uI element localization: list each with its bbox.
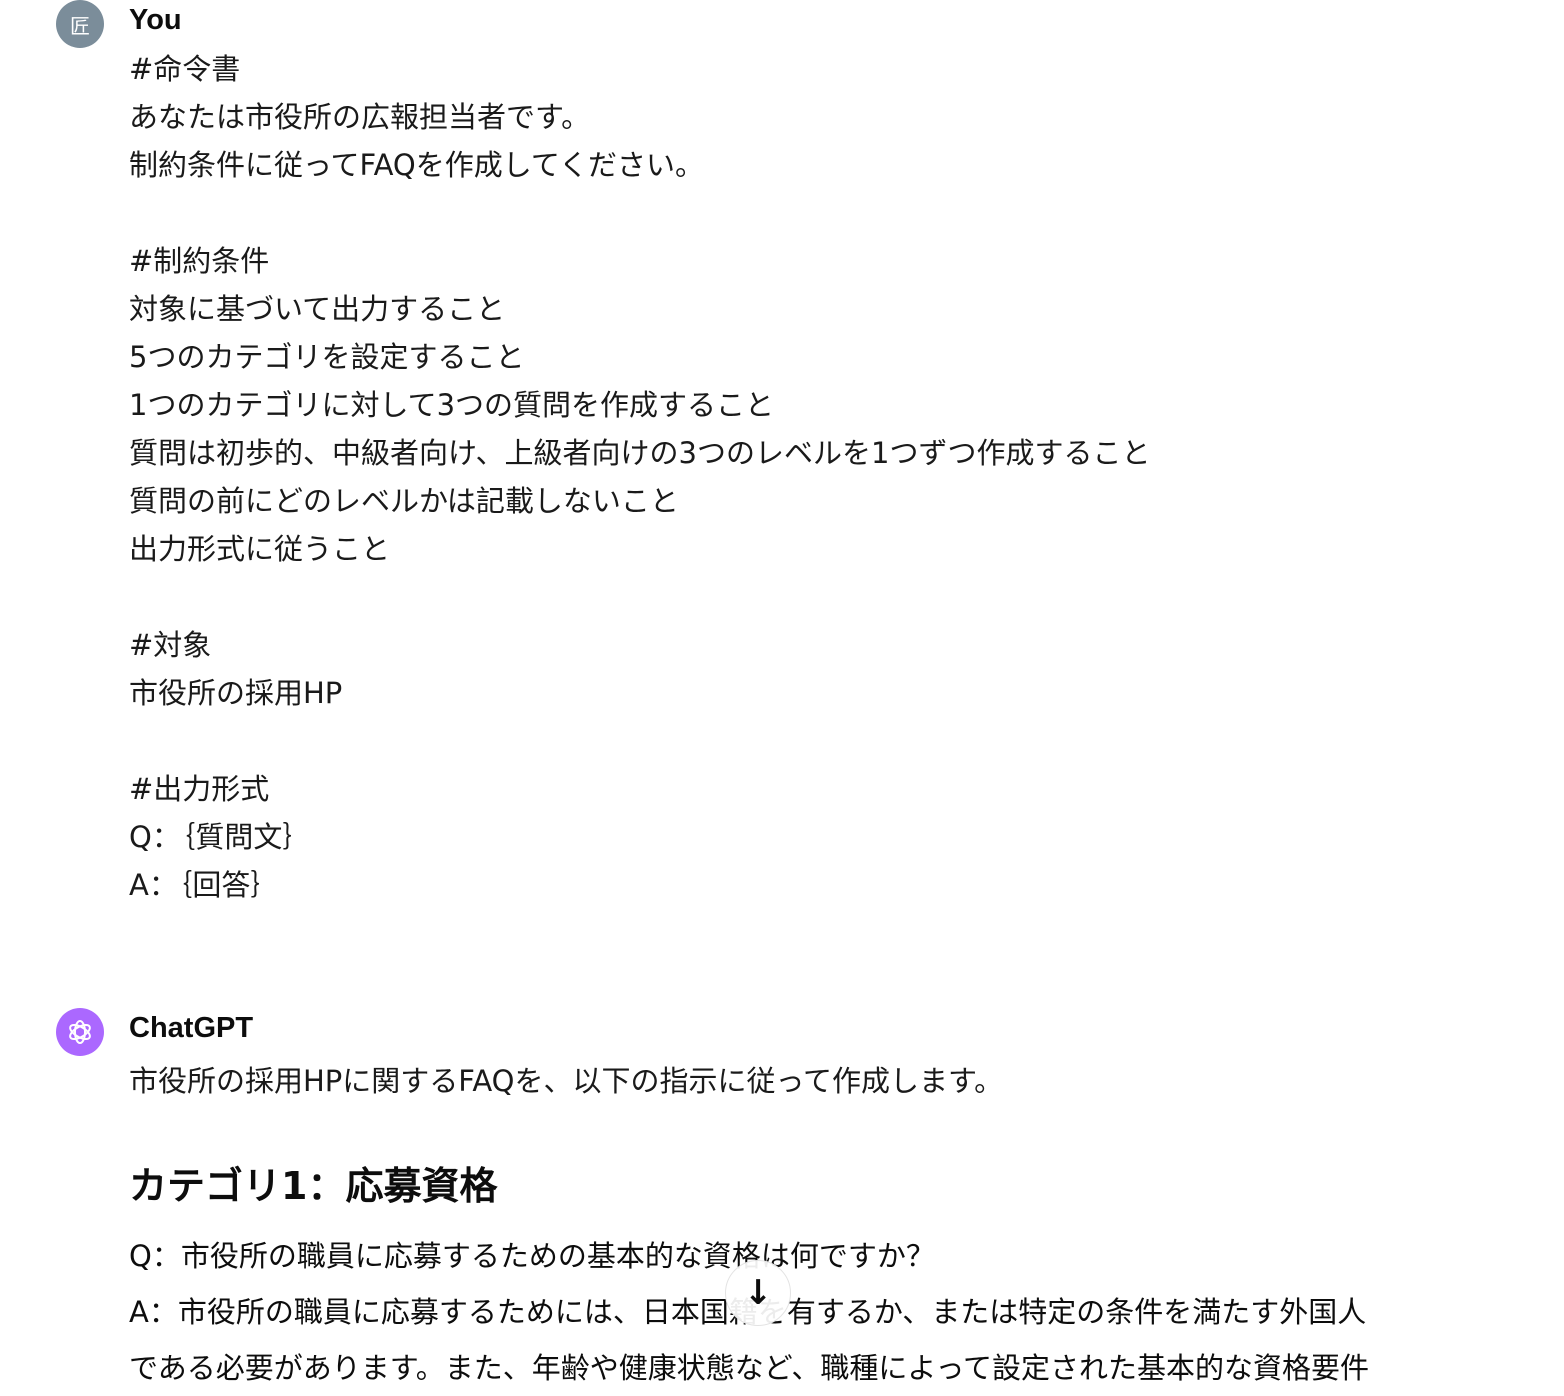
chatgpt-logo-icon	[56, 1008, 104, 1056]
category-heading: カテゴリ1：応募資格	[129, 1164, 498, 1208]
user-name: You	[129, 4, 182, 36]
arrow-down-icon: ↓	[743, 1273, 773, 1313]
faq-answer-cont: である必要があります。また、年齢や健康状態など、職種によって設定された基本的な資…	[129, 1351, 1370, 1385]
user-message: #命令書 あなたは市役所の広報担当者です。 制約条件に従ってFAQを作成してくだ…	[129, 52, 1151, 902]
assistant-intro: 市役所の採用HPに関するFAQを、以下の指示に従って作成します。	[129, 1064, 1004, 1098]
scroll-to-bottom-button[interactable]: ↓	[725, 1260, 791, 1326]
assistant-name: ChatGPT	[129, 1012, 254, 1044]
faq-question: Q：市役所の職員に応募するための基本的な資格は何ですか？	[129, 1239, 935, 1273]
user-avatar: 匠	[56, 0, 104, 48]
